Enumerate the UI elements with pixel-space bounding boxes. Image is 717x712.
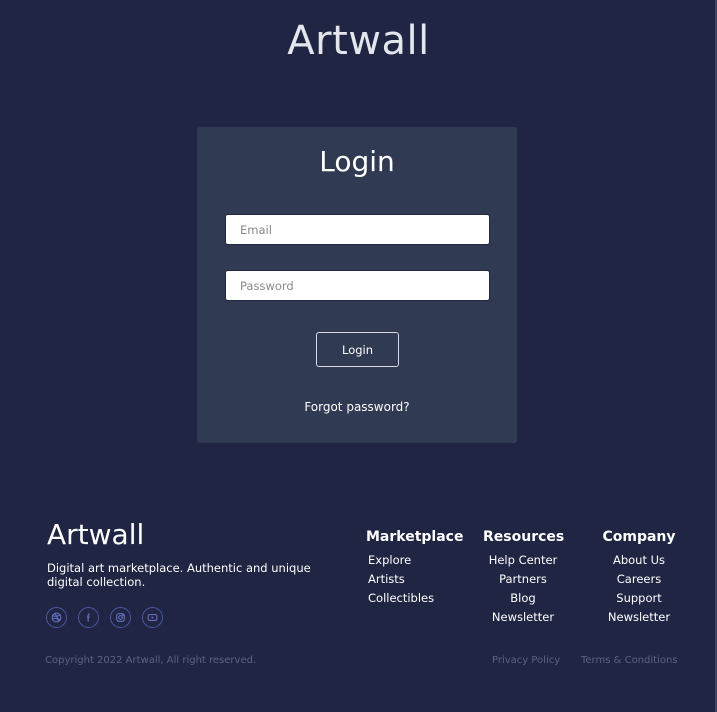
footer-column-title: Resources bbox=[483, 529, 565, 545]
forgot-password-link[interactable]: Forgot password? bbox=[197, 400, 517, 414]
footer-link-help-center[interactable]: Help Center bbox=[483, 551, 563, 570]
facebook-icon[interactable] bbox=[78, 607, 99, 628]
footer-link-newsletter[interactable]: Newsletter bbox=[602, 608, 676, 627]
privacy-policy-link[interactable]: Privacy Policy bbox=[492, 655, 560, 666]
footer-link-collectibles[interactable]: Collectibles bbox=[366, 589, 463, 608]
email-input[interactable] bbox=[225, 214, 490, 245]
terms-conditions-link[interactable]: Terms & Conditions bbox=[581, 655, 678, 666]
footer-link-support[interactable]: Support bbox=[602, 589, 676, 608]
instagram-icon[interactable] bbox=[110, 607, 131, 628]
copyright-text: Copyright 2022 Artwall, All right reserv… bbox=[45, 655, 257, 666]
footer-column-resources: Resources Help Center Partners Blog News… bbox=[483, 529, 565, 627]
footer-link-careers[interactable]: Careers bbox=[602, 570, 676, 589]
footer-column-company: Company About Us Careers Support Newslet… bbox=[602, 529, 676, 627]
footer-link-artists[interactable]: Artists bbox=[366, 570, 463, 589]
footer-brand-logo[interactable]: Artwall bbox=[47, 518, 144, 551]
login-button[interactable]: Login bbox=[316, 332, 399, 367]
footer-link-about-us[interactable]: About Us bbox=[602, 551, 676, 570]
footer-link-newsletter[interactable]: Newsletter bbox=[483, 608, 563, 627]
header-brand-logo[interactable]: Artwall bbox=[0, 18, 717, 64]
login-card: Login Login Forgot password? bbox=[197, 127, 517, 443]
footer-column-title: Marketplace bbox=[366, 529, 464, 545]
login-title: Login bbox=[319, 145, 395, 178]
footer-column-title: Company bbox=[602, 529, 676, 545]
footer-link-explore[interactable]: Explore bbox=[366, 551, 463, 570]
footer-column-marketplace: Marketplace Explore Artists Collectibles bbox=[366, 529, 463, 608]
dribbble-icon[interactable] bbox=[46, 607, 67, 628]
footer-link-partners[interactable]: Partners bbox=[483, 570, 563, 589]
footer-tagline: Digital art marketplace. Authentic and u… bbox=[47, 561, 311, 589]
youtube-icon[interactable] bbox=[142, 607, 163, 628]
footer-link-blog[interactable]: Blog bbox=[483, 589, 563, 608]
social-links bbox=[46, 607, 163, 628]
password-input[interactable] bbox=[225, 270, 490, 301]
